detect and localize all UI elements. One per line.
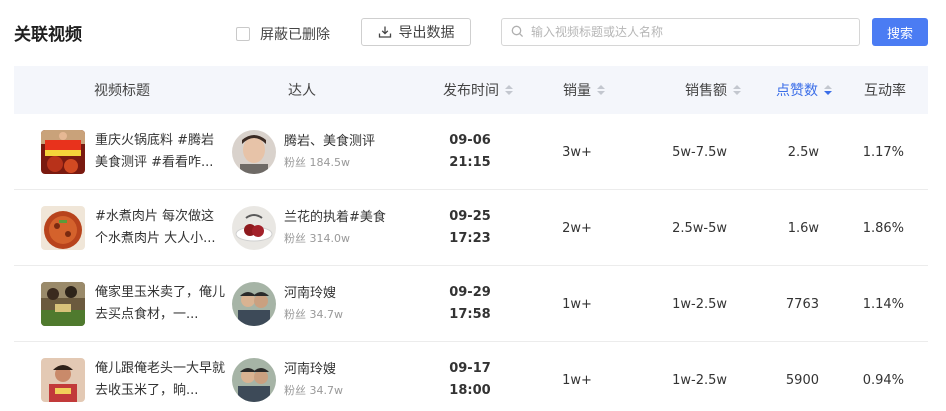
hide-deleted-checkbox[interactable] (236, 27, 250, 41)
column-header-amount[interactable]: 销售额 (685, 66, 741, 114)
video-thumbnail[interactable] (41, 130, 85, 174)
sort-desc-icon[interactable] (824, 85, 832, 95)
video-thumbnail[interactable] (41, 206, 85, 250)
sort-icon[interactable] (597, 85, 605, 95)
likes-value: 2.5w (787, 144, 819, 160)
video-title[interactable]: 重庆火锅底料 #腾岩美食测评 #看看咋... (95, 130, 225, 174)
video-thumbnail[interactable] (41, 282, 85, 326)
engagement-value: 1.17% (862, 144, 904, 160)
sales-value: 2w+ (562, 220, 592, 236)
video-title[interactable]: 俺家里玉米卖了，俺儿去买点食材，一... (95, 282, 225, 326)
engagement-value: 0.94% (862, 372, 904, 388)
creator-name[interactable]: 腾岩、美食测评 (284, 130, 375, 149)
search-button[interactable]: 搜索 (872, 18, 928, 46)
publish-time: 09-29 17:58 (449, 285, 491, 322)
likes-value: 7763 (785, 296, 819, 312)
creator-avatar[interactable] (232, 358, 276, 402)
engagement-value: 1.86% (862, 220, 904, 236)
likes-value: 1.6w (787, 220, 819, 236)
likes-value: 5900 (785, 372, 819, 388)
creator-name[interactable]: 河南玲嫂 (284, 358, 336, 377)
page-title: 关联视频 (14, 25, 82, 45)
sort-icon[interactable] (733, 85, 741, 95)
publish-time: 09-06 21:15 (449, 133, 491, 170)
table-row[interactable]: 重庆火锅底料 #腾岩美食测评 #看看咋... 腾岩、美食测评 粉丝 184.5w… (14, 114, 928, 190)
column-header-creator: 达人 (288, 83, 316, 99)
amount-value: 1w-2.5w (672, 372, 727, 388)
table-header: 视频标题 达人 发布时间 销量 销售额 点赞数 互动率 (14, 66, 928, 114)
search-input[interactable] (531, 25, 851, 39)
video-table: 视频标题 达人 发布时间 销量 销售额 点赞数 互动率 重庆火锅底料 #腾岩美食… (14, 66, 928, 411)
creator-avatar[interactable] (232, 282, 276, 326)
video-title[interactable]: 俺儿跟俺老头一大早就去收玉米了，晌... (95, 358, 225, 402)
column-header-likes[interactable]: 点赞数 (776, 66, 832, 114)
table-row[interactable]: 俺家里玉米卖了，俺儿去买点食材，一... 河南玲嫂 粉丝 34.7w 09-29… (14, 266, 928, 342)
creator-avatar[interactable] (232, 206, 276, 250)
creator-fans: 粉丝 314.0w (284, 232, 350, 245)
export-button[interactable]: 导出数据 (361, 18, 471, 46)
export-button-label: 导出数据 (398, 25, 455, 41)
video-thumbnail[interactable] (41, 358, 85, 402)
amount-value: 2.5w-5w (672, 220, 727, 236)
toolbar: 关联视频 屏蔽已删除 导出数据 搜索 (0, 0, 946, 64)
sales-value: 1w+ (562, 372, 592, 388)
column-header-engagement: 互动率 (864, 83, 906, 99)
creator-name[interactable]: 河南玲嫂 (284, 282, 336, 301)
publish-time: 09-17 18:00 (449, 361, 491, 398)
publish-time: 09-25 17:23 (449, 209, 491, 246)
creator-fans: 粉丝 34.7w (284, 308, 343, 321)
table-row[interactable]: 俺儿跟俺老头一大早就去收玉米了，晌... 河南玲嫂 粉丝 34.7w 09-17… (14, 342, 928, 411)
creator-name[interactable]: 兰花的执着#美食 (284, 206, 386, 225)
column-header-sales[interactable]: 销量 (563, 66, 605, 114)
creator-fans: 粉丝 34.7w (284, 384, 343, 397)
amount-value: 1w-2.5w (672, 296, 727, 312)
sales-value: 3w+ (562, 144, 592, 160)
search-icon (511, 23, 524, 42)
sales-value: 1w+ (562, 296, 592, 312)
creator-fans: 粉丝 184.5w (284, 156, 350, 169)
search-box[interactable] (501, 18, 860, 46)
column-header-title: 视频标题 (94, 83, 150, 99)
download-icon (378, 25, 392, 39)
table-row[interactable]: #水煮肉片 每次做这个水煮肉片 大人小... 兰花的执着#美食 粉丝 314.0… (14, 190, 928, 266)
creator-avatar[interactable] (232, 130, 276, 174)
hide-deleted-label: 屏蔽已删除 (260, 27, 330, 43)
column-header-publish-time[interactable]: 发布时间 (443, 66, 513, 114)
amount-value: 5w-7.5w (672, 144, 727, 160)
engagement-value: 1.14% (862, 296, 904, 312)
sort-icon[interactable] (505, 85, 513, 95)
hide-deleted-toggle[interactable]: 屏蔽已删除 (236, 24, 330, 44)
video-title[interactable]: #水煮肉片 每次做这个水煮肉片 大人小... (95, 206, 225, 250)
